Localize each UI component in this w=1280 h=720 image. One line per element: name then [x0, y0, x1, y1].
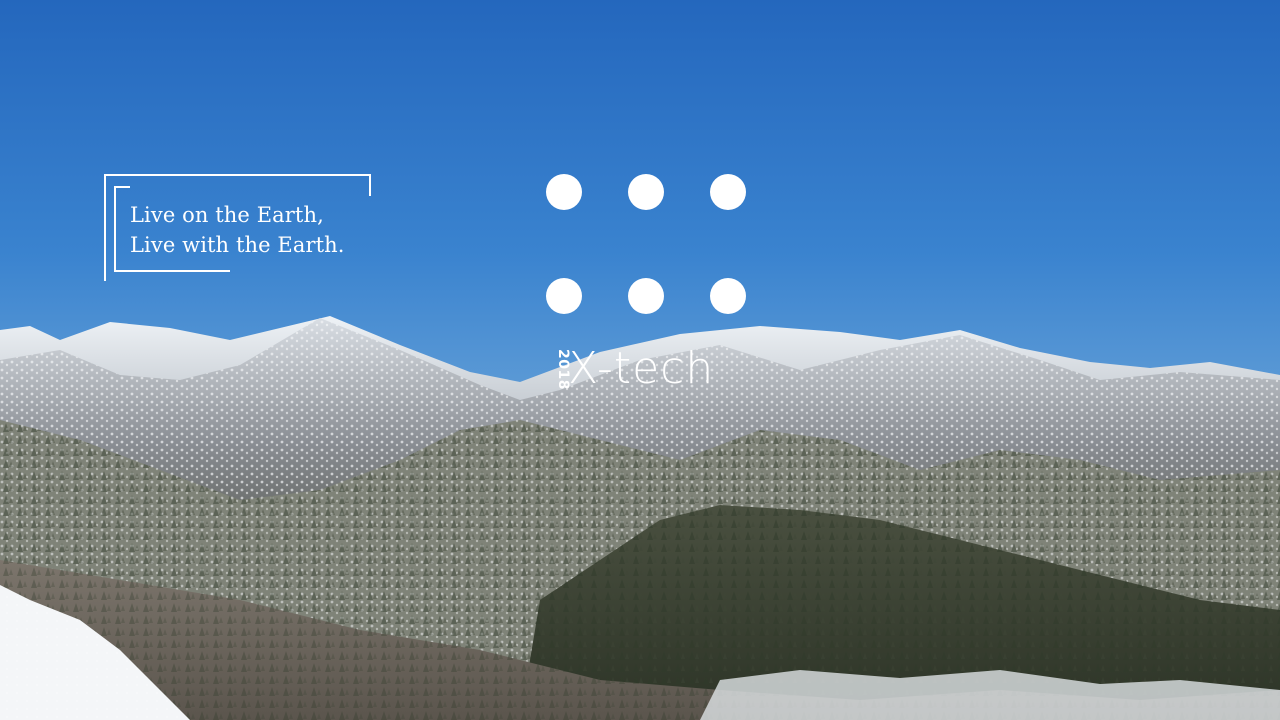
logo-dot — [628, 278, 664, 314]
logo-dot — [710, 278, 746, 314]
logo-dot — [546, 174, 582, 210]
tagline-line-2: Live with the Earth. — [130, 233, 345, 257]
xtech-logo: 2018 X-tech — [540, 168, 760, 408]
hero-scene: Live on the Earth, Live with the Earth. … — [0, 0, 1280, 720]
tagline-line-1: Live on the Earth, — [130, 203, 324, 227]
logo-wordmark: X-tech — [568, 343, 715, 394]
logo-dot — [628, 174, 664, 210]
logo-dot — [546, 278, 582, 314]
logo-dot — [710, 174, 746, 210]
tagline-frame: Live on the Earth, Live with the Earth. — [104, 174, 372, 282]
tagline-text: Live on the Earth, Live with the Earth. — [130, 200, 345, 260]
